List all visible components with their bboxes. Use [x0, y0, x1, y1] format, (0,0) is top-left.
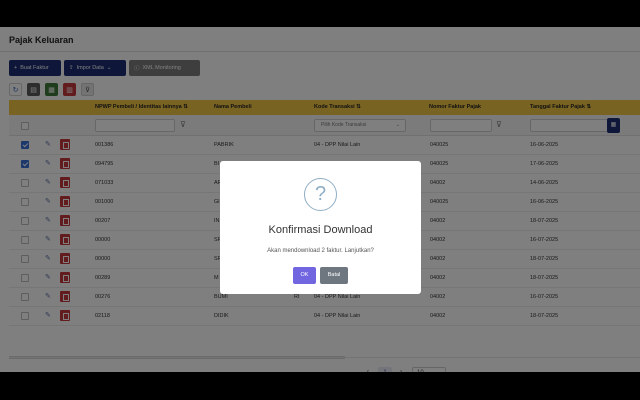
ok-button[interactable]: OK — [293, 267, 316, 284]
dialog-message: Akan mendownload 2 faktur. Lanjutkan? — [267, 248, 374, 254]
confirm-dialog: ? Konfirmasi Download Akan mendownload 2… — [220, 161, 421, 294]
cancel-button[interactable]: Batal — [320, 267, 348, 284]
question-icon: ? — [304, 178, 337, 211]
dialog-title: Konfirmasi Download — [268, 224, 373, 236]
